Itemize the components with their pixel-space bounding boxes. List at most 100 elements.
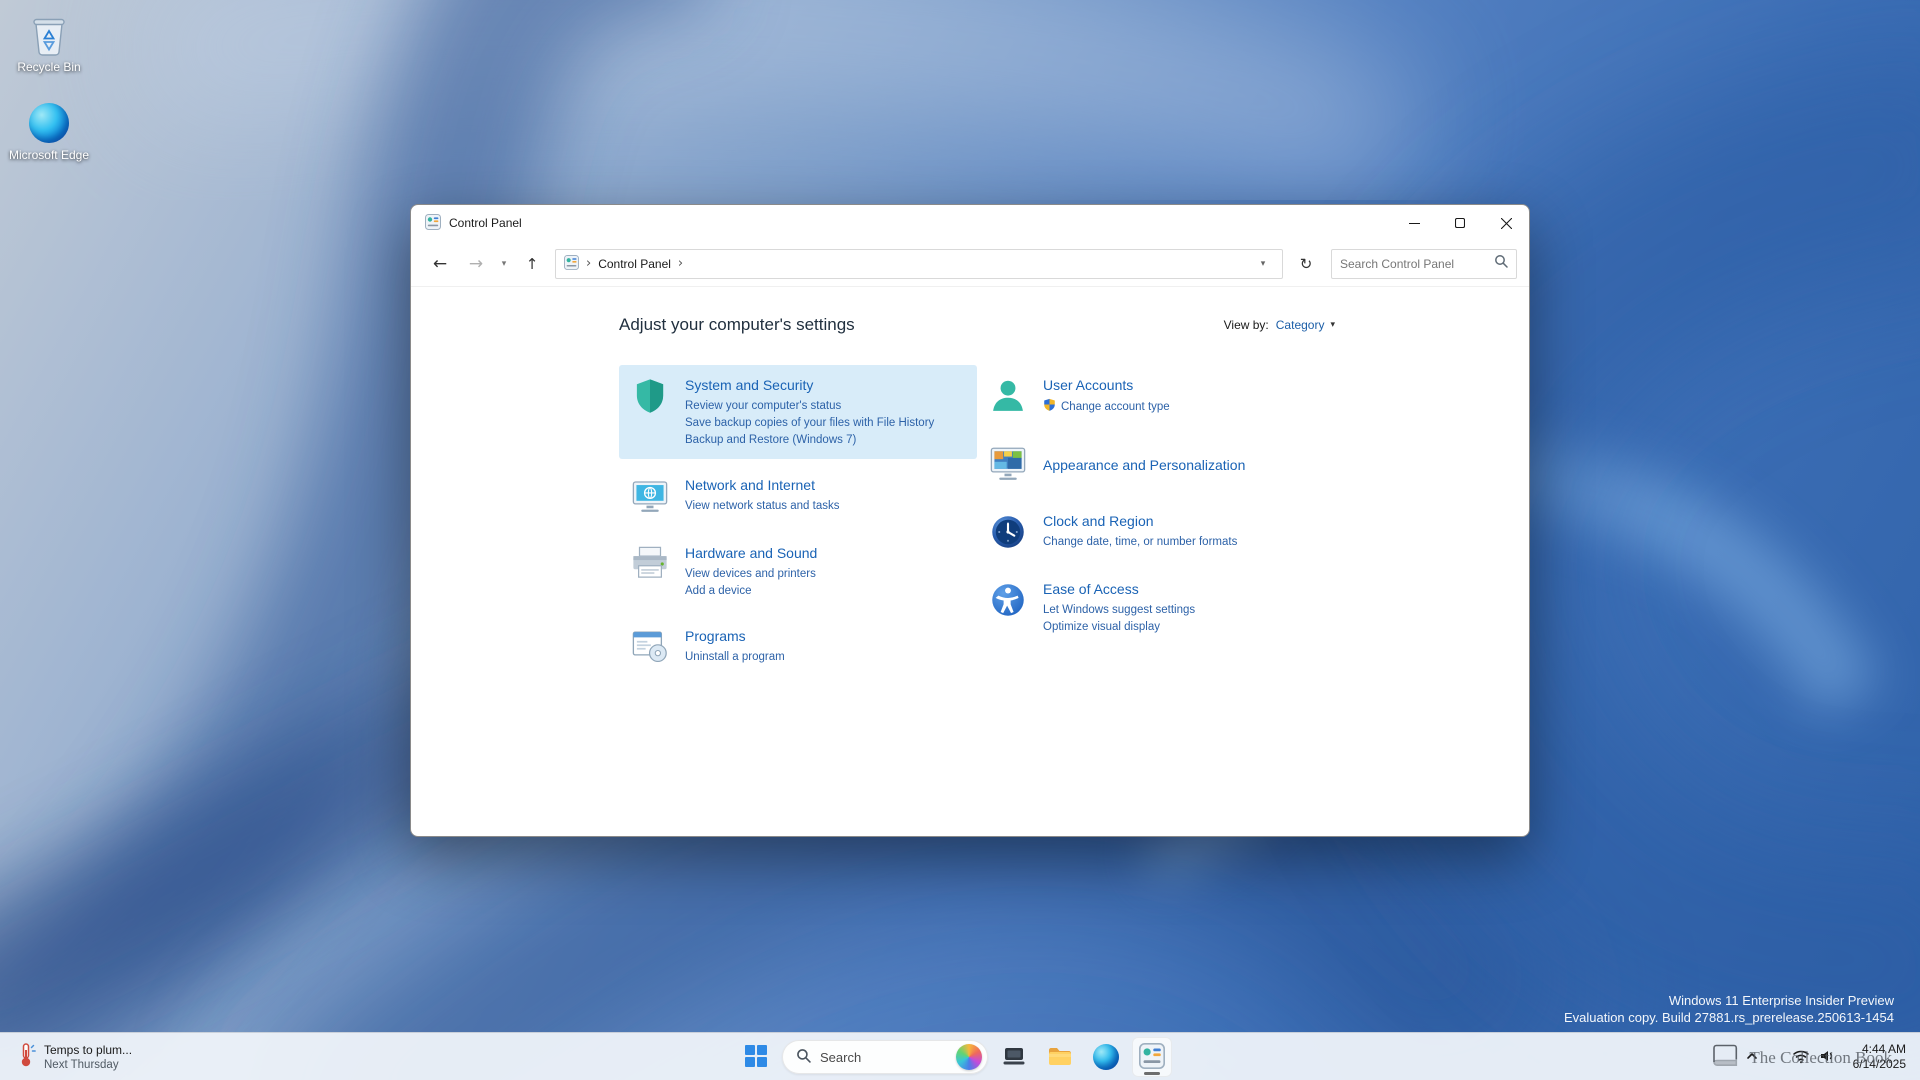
folder-icon [1047,1043,1073,1072]
ease-of-access-icon [987,579,1029,621]
category-column-left: System and Security Review your computer… [619,365,977,684]
system-and-security-icon [629,375,671,417]
taskbar-search[interactable]: Search [782,1040,988,1074]
control-panel-icon [1139,1042,1165,1072]
user-accounts-icon [987,375,1029,417]
thermometer-icon [16,1042,36,1073]
minimize-button[interactable] [1391,205,1437,241]
windows-logo-icon [745,1044,767,1070]
category-appearance-and-personalization[interactable]: Appearance and Personalization [977,433,1335,495]
category-hardware-and-sound[interactable]: Hardware and Sound View devices and prin… [619,533,977,610]
tray-time: 4:44 AM [1861,1042,1906,1056]
category-task-link[interactable]: Change date, time, or number formats [1043,534,1237,551]
category-clock-and-region[interactable]: Clock and Region Change date, time, or n… [977,501,1335,563]
close-button[interactable] [1483,205,1529,241]
category-system-and-security[interactable]: System and Security Review your computer… [619,365,977,459]
category-title-link[interactable]: Clock and Region [1043,512,1237,530]
breadcrumb-chevron-icon[interactable]: › [678,257,683,270]
control-panel-icon [564,254,579,273]
volume-icon [1818,1047,1836,1068]
chevron-up-icon [1746,1050,1758,1065]
evaluation-watermark: Windows 11 Enterprise Insider Preview Ev… [1564,992,1894,1026]
watermark-line: Windows 11 Enterprise Insider Preview [1668,993,1894,1008]
category-column-right: User Accounts Change account type Appear… [977,365,1335,684]
category-title-link[interactable]: Network and Internet [685,476,839,494]
tray-overflow-button[interactable] [1739,1039,1765,1075]
control-panel-icon [425,213,441,233]
taskbar-search-label: Search [820,1049,862,1065]
category-task-link[interactable]: Let Windows suggest settings [1043,602,1195,619]
desktop-icon-recycle-bin[interactable]: Recycle Bin [2,14,96,74]
clock-and-region-icon [987,511,1029,553]
edge-icon [28,102,70,144]
task-view-button[interactable] [994,1037,1034,1077]
up-button[interactable]: ↑ [515,248,549,280]
category-title-link[interactable]: System and Security [685,376,934,394]
category-title-link[interactable]: Appearance and Personalization [1043,456,1245,474]
uac-shield-icon [1043,398,1056,417]
category-task-link[interactable]: Uninstall a program [685,649,785,666]
category-task-link[interactable]: Optimize visual display [1043,619,1195,636]
forward-button[interactable]: → [459,248,493,280]
task-view-icon [1002,1044,1026,1071]
programs-icon [629,626,671,668]
maximize-button[interactable] [1437,205,1483,241]
category-ease-of-access[interactable]: Ease of Access Let Windows suggest setti… [977,569,1335,646]
window-titlebar[interactable]: Control Panel [411,205,1529,241]
address-dropdown-button[interactable]: ▾ [1252,259,1274,269]
weather-widget[interactable]: Temps to plum... Next Thursday [6,1037,142,1077]
clock[interactable]: 4:44 AM 6/14/2025 [1847,1042,1912,1072]
watermark-line: Evaluation copy. Build 27881.rs_prerelea… [1563,1010,1894,1025]
back-button[interactable]: ← [423,248,457,280]
search-icon[interactable] [1494,254,1508,273]
category-title-link[interactable]: Programs [685,627,785,645]
breadcrumb-item-control-panel[interactable]: Control Panel [598,257,671,271]
category-task-link[interactable]: Save backup copies of your files with Fi… [685,415,934,432]
desktop-icon-label: Microsoft Edge [8,148,90,162]
view-by-value: Category [1275,318,1325,332]
breadcrumb-chevron-icon[interactable]: › [586,257,591,270]
desktop-icon-microsoft-edge[interactable]: Microsoft Edge [2,102,96,162]
copilot-icon [956,1044,982,1070]
taskbar-center: Search [736,1037,1172,1077]
recent-locations-button[interactable]: ▾ [495,248,513,280]
category-user-accounts[interactable]: User Accounts Change account type [977,365,1335,427]
category-network-and-internet[interactable]: Network and Internet View network status… [619,465,977,527]
category-task-link[interactable]: View network status and tasks [685,498,839,515]
edge-button[interactable] [1086,1037,1126,1077]
category-task-link[interactable]: Add a device [685,583,817,600]
system-tray: 4:44 AM 6/14/2025 [1739,1037,1912,1077]
category-task-link[interactable]: Change account type [1043,398,1170,417]
category-task-link[interactable]: View devices and printers [685,566,817,583]
view-by-dropdown[interactable]: Category ▾ [1276,318,1335,332]
desktop-icon-label: Recycle Bin [17,60,81,74]
control-panel-window: Control Panel ← → ▾ ↑ › Control Panel › … [410,204,1530,837]
weather-headline: Temps to plum... [44,1042,133,1057]
weather-subtext: Next Thursday [44,1058,119,1071]
search-icon [796,1048,811,1066]
file-explorer-button[interactable] [1040,1037,1080,1077]
view-by-label: View by: [1223,318,1269,332]
start-button[interactable] [736,1037,776,1077]
control-panel-taskbar-button[interactable] [1132,1037,1172,1077]
refresh-button[interactable]: ↻ [1289,248,1323,280]
network-and-internet-icon [629,475,671,517]
category-programs[interactable]: Programs Uninstall a program [619,616,977,678]
appearance-and-personalization-icon [987,443,1029,485]
wifi-icon [1792,1047,1810,1068]
category-task-link[interactable]: Review your computer's status [685,398,934,415]
category-title-link[interactable]: User Accounts [1043,376,1170,394]
window-content: Adjust your computer's settings View by:… [411,287,1529,836]
tray-date: 6/14/2025 [1852,1057,1906,1071]
address-bar[interactable]: › Control Panel › ▾ [555,248,1283,279]
category-task-link[interactable]: Backup and Restore (Windows 7) [685,432,934,449]
desktop: Recycle Bin Microsoft Edge Control Panel [0,0,1920,1080]
network-volume-button[interactable] [1785,1039,1843,1075]
control-panel-search-input[interactable] [1340,256,1488,271]
maximize-icon [1455,218,1465,228]
chevron-down-icon: ▾ [1330,320,1335,330]
minimize-icon [1408,222,1420,224]
hardware-and-sound-icon [629,543,671,585]
category-title-link[interactable]: Ease of Access [1043,580,1195,598]
category-title-link[interactable]: Hardware and Sound [685,544,817,562]
